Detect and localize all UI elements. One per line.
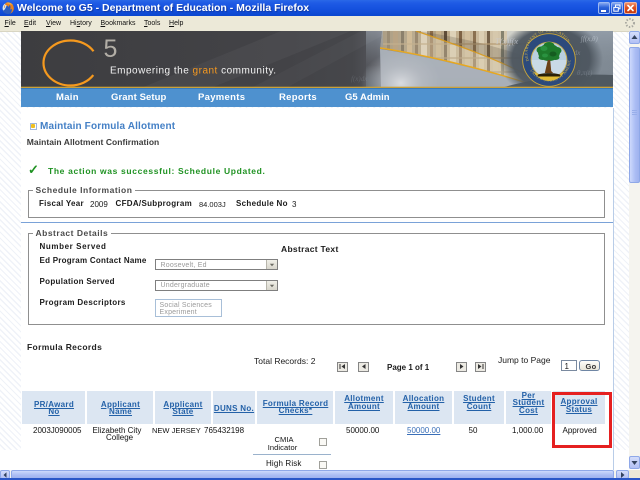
svg-text:T(x)f(x: T(x)f(x bbox=[495, 36, 518, 46]
svg-text:Empowering the grant community: Empowering the grant community. bbox=[110, 66, 277, 77]
svg-text:∫f(x,θ): ∫f(x,θ) bbox=[580, 35, 598, 43]
svg-text:f(x)dx: f(x)dx bbox=[351, 75, 368, 83]
svg-text:θ,π(t): θ,π(t) bbox=[577, 69, 593, 77]
svg-text:5: 5 bbox=[104, 35, 118, 63]
